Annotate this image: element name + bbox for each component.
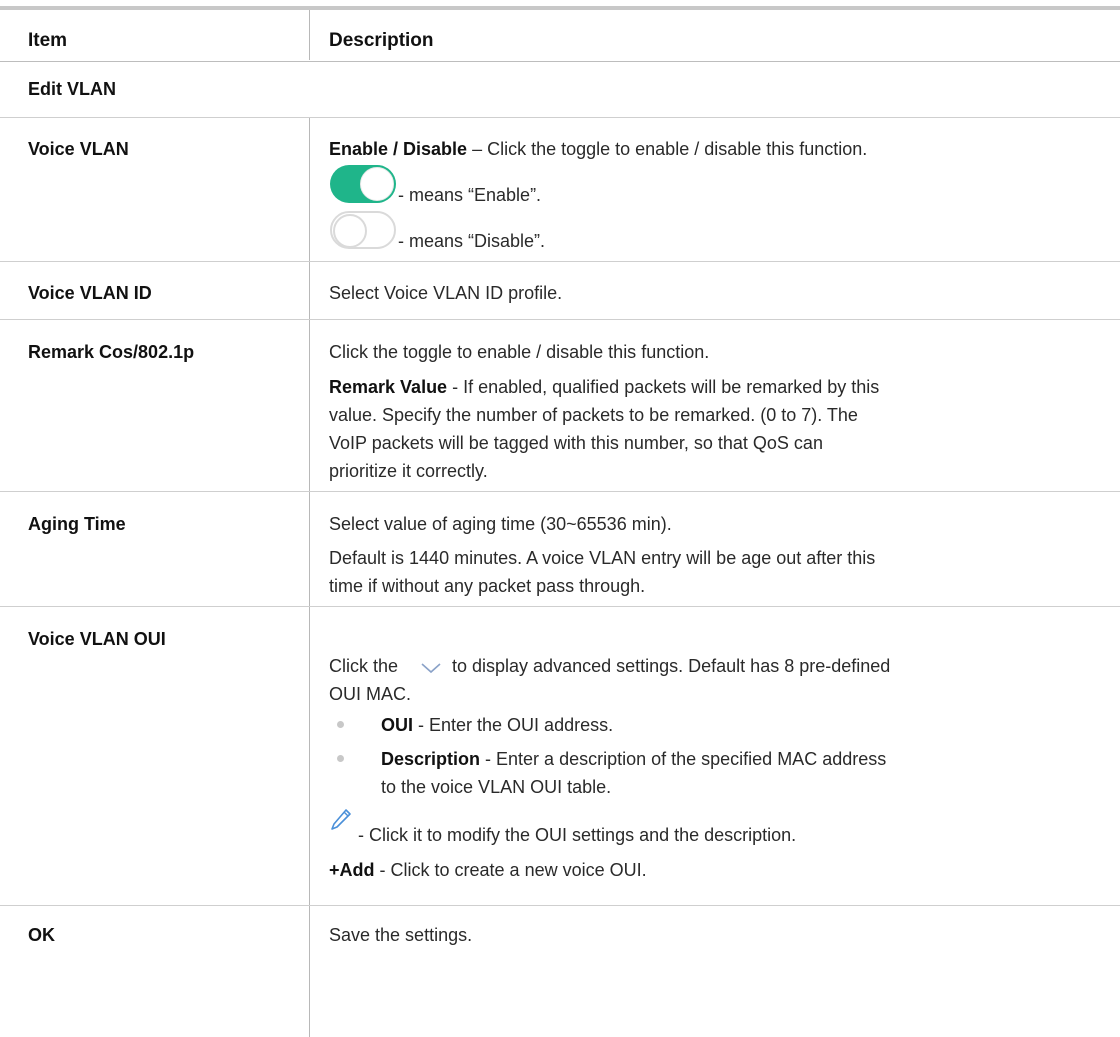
aging-time-line2: Default is 1440 minutes. A voice VLAN en… [329, 548, 876, 568]
section-title: Edit VLAN [28, 79, 116, 99]
row-divider [0, 261, 1120, 262]
aging-time-line3: time if without any packet pass through. [329, 576, 646, 596]
oui-bullet: OUI - Enter the OUI address. [381, 712, 613, 738]
row-item-ok: OK [28, 925, 55, 945]
column-divider [309, 262, 310, 319]
pencil-icon [331, 809, 351, 830]
row-divider [0, 606, 1120, 607]
remark-value-text-3: VoIP packets will be tagged with this nu… [329, 433, 823, 453]
row-divider [0, 491, 1120, 492]
column-divider [309, 492, 310, 606]
column-divider [309, 607, 310, 905]
header-item: Item [28, 30, 68, 51]
row-item-remark-cos: Remark Cos/802.1p [28, 342, 195, 362]
toggle-off-icon [330, 211, 396, 249]
column-divider [309, 118, 310, 261]
aging-time-line1: Select value of aging time (30~65536 min… [329, 514, 672, 534]
toggle-on-icon [330, 165, 396, 203]
column-divider [309, 10, 310, 60]
row-item-voice-vlan: Voice VLAN [28, 139, 129, 159]
header-description: Description [329, 30, 434, 51]
add-text: - Click to create a new voice OUI. [374, 860, 647, 880]
remark-value-text-1: - If enabled, qualified packets will be … [447, 377, 880, 397]
row-divider [0, 319, 1120, 320]
description-label: Description [381, 749, 481, 769]
remark-value-label: Remark Value [329, 377, 448, 397]
bullet-icon [337, 721, 344, 728]
description-text-2: to the voice VLAN OUI table. [381, 777, 612, 797]
table-top-border [0, 6, 1120, 10]
remark-value-text-4: prioritize it correctly. [329, 461, 488, 481]
enable-disable-label: Enable / Disable [329, 139, 468, 159]
voice-vlan-desc: Enable / Disable – Click the toggle to e… [329, 136, 867, 162]
add-label: +Add [329, 860, 375, 880]
voice-vlan-desc-rest: – Click the toggle to enable / disable t… [467, 139, 868, 159]
row-item-aging-time: Aging Time [28, 514, 126, 534]
row-item-voice-vlan-id: Voice VLAN ID [28, 283, 152, 303]
column-divider [309, 906, 310, 1037]
oui-click-line2: OUI MAC. [329, 684, 412, 704]
remark-value-text-2: value. Specify the number of packets to … [329, 405, 858, 425]
add-desc: +Add - Click to create a new voice OUI. [329, 857, 647, 883]
oui-text: - Enter the OUI address. [413, 715, 614, 735]
description-text-1: - Enter a description of the specified M… [480, 749, 887, 769]
oui-label: OUI [381, 715, 414, 735]
column-divider [309, 320, 310, 491]
disable-note: - means “Disable”. [398, 231, 546, 251]
header-divider [0, 61, 1120, 62]
edit-note: - Click it to modify the OUI settings an… [358, 825, 797, 845]
voice-vlan-id-desc: Select Voice VLAN ID profile. [329, 283, 563, 303]
remark-value-desc: Remark Value - If enabled, qualified pac… [329, 374, 879, 400]
bullet-icon [337, 755, 344, 762]
row-divider [0, 117, 1120, 118]
oui-click-the: Click the [329, 656, 399, 676]
ok-desc: Save the settings. [329, 925, 473, 945]
enable-note: - means “Enable”. [398, 185, 542, 205]
row-divider [0, 905, 1120, 906]
description-bullet: Description - Enter a description of the… [381, 746, 886, 772]
chevron-down-icon [421, 663, 441, 674]
oui-click-rest: to display advanced settings. Default ha… [452, 656, 891, 676]
row-item-voice-vlan-oui: Voice VLAN OUI [28, 629, 166, 649]
remark-cos-line1: Click the toggle to enable / disable thi… [329, 342, 710, 362]
